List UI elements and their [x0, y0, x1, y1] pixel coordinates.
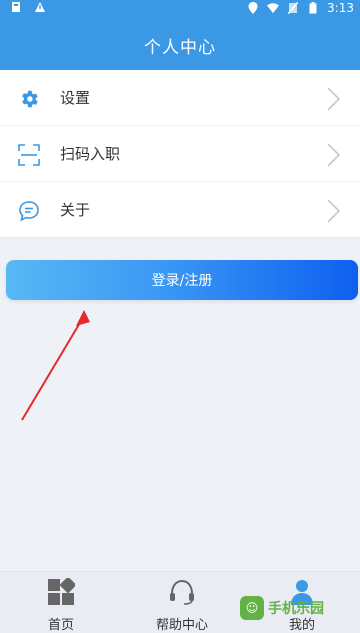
gear-icon [18, 88, 40, 110]
tab-label: 帮助中心 [155, 618, 208, 633]
menu-item-label: 设置 [60, 89, 91, 107]
settings-menu: 设置 扫码入职 关于 [0, 70, 360, 238]
status-bar: 3:13 [0, 0, 360, 16]
location-icon [247, 2, 259, 14]
chevron-right-icon [327, 87, 341, 111]
status-time: 3:13 [327, 1, 354, 15]
tab-home[interactable]: 首页 [21, 576, 101, 633]
login-register-button[interactable]: 登录/注册 [6, 260, 358, 300]
menu-item-label: 扫码入职 [60, 145, 121, 163]
app-header: 3:13 个人中心 [0, 0, 360, 70]
menu-item-settings[interactable]: 设置 [0, 70, 360, 126]
tab-label: 首页 [47, 618, 74, 633]
chevron-right-icon [327, 143, 341, 167]
home-grid-icon [48, 576, 77, 605]
watermark-text: 手机乐园 [268, 601, 324, 617]
chat-bubble-icon [18, 200, 40, 222]
no-sim-icon [287, 2, 299, 14]
menu-item-label: 关于 [60, 201, 91, 219]
battery-icon [307, 2, 319, 14]
scan-icon [18, 144, 40, 166]
menu-item-about[interactable]: 关于 [0, 182, 360, 238]
headset-icon [170, 579, 194, 605]
wifi-icon [267, 2, 280, 14]
chevron-right-icon [327, 199, 341, 223]
watermark-logo: ☺ 手机乐园 [240, 593, 350, 623]
annotation-arrow [21, 310, 90, 421]
tab-help-center[interactable]: 帮助中心 [142, 578, 222, 633]
menu-item-scan-onboard[interactable]: 扫码入职 [0, 126, 360, 182]
storage-icon [10, 1, 22, 13]
watermark-icon: ☺ [240, 596, 264, 620]
page-title: 个人中心 [144, 38, 216, 58]
warning-icon [34, 1, 46, 13]
